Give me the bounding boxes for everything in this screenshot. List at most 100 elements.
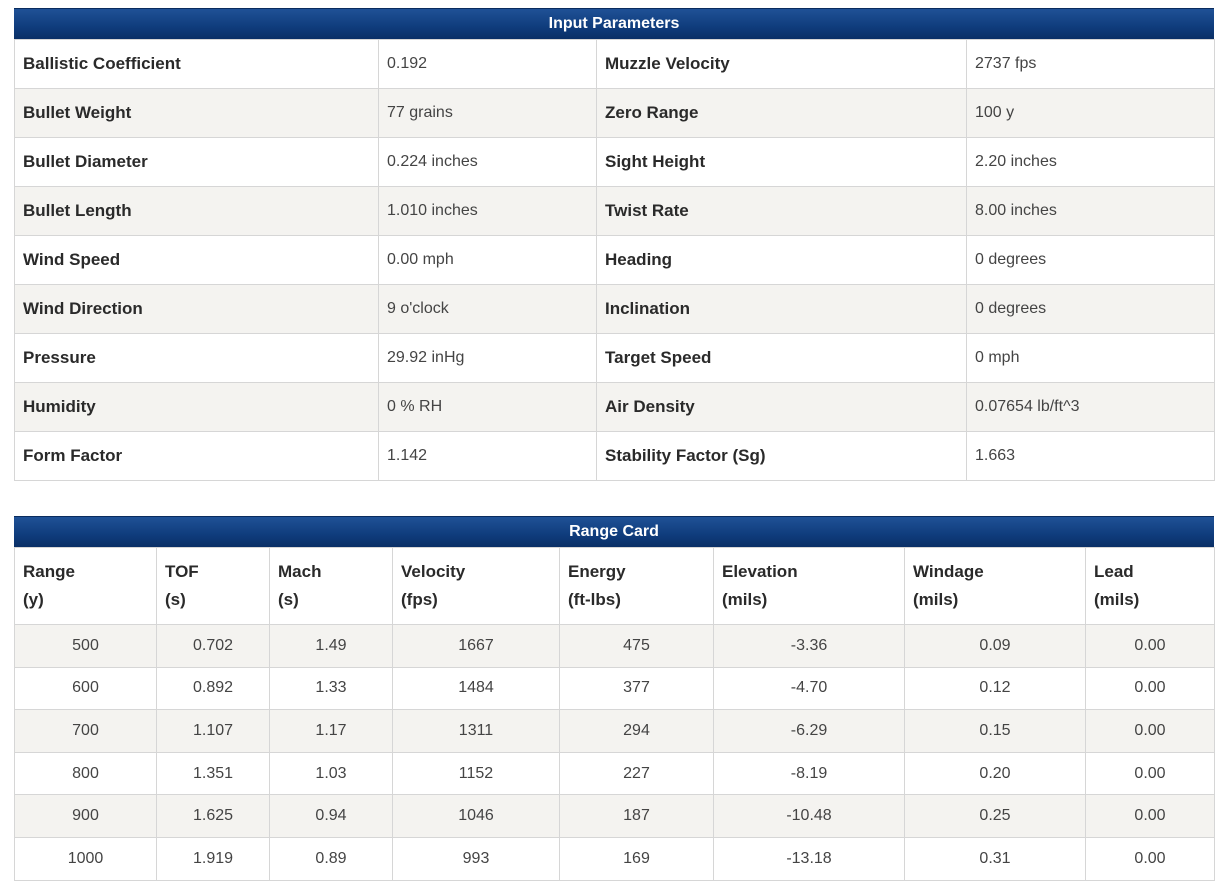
param-value: 0 degrees: [966, 284, 1215, 334]
table-row: 1000 1.919 0.89 993 169 -13.18 0.31 0.00: [14, 836, 1215, 881]
param-row: Wind Speed 0.00 mph Heading 0 degrees: [14, 235, 1215, 285]
windage-cell: 0.12: [904, 666, 1086, 711]
elevation-cell: -4.70: [713, 666, 905, 711]
param-value: 8.00 inches: [966, 186, 1215, 236]
param-label: Bullet Weight: [14, 88, 379, 138]
param-label: Form Factor: [14, 431, 379, 481]
velocity-cell: 1484: [392, 666, 560, 711]
energy-cell: 377: [559, 666, 714, 711]
param-label: Twist Rate: [596, 186, 967, 236]
param-value: 77 grains: [378, 88, 597, 138]
windage-cell: 0.09: [904, 624, 1086, 668]
windage-cell: 0.15: [904, 709, 1086, 753]
param-label: Bullet Diameter: [14, 137, 379, 187]
param-label: Target Speed: [596, 333, 967, 383]
elevation-cell: -6.29: [713, 709, 905, 753]
mach-cell: 1.49: [269, 624, 393, 668]
table-row: 600 0.892 1.33 1484 377 -4.70 0.12 0.00: [14, 666, 1215, 711]
param-value: 1.142: [378, 431, 597, 481]
tof-cell: 1.919: [156, 836, 270, 881]
lead-cell: 0.00: [1085, 624, 1215, 668]
column-header-elevation: Elevation (mils): [713, 547, 905, 625]
range-cell: 600: [14, 666, 157, 711]
lead-cell: 0.00: [1085, 751, 1215, 796]
param-value: 0 mph: [966, 333, 1215, 383]
energy-cell: 169: [559, 836, 714, 881]
param-label: Ballistic Coefficient: [14, 39, 379, 89]
tof-cell: 0.702: [156, 624, 270, 668]
param-label: Humidity: [14, 382, 379, 432]
mach-cell: 1.33: [269, 666, 393, 711]
windage-cell: 0.31: [904, 836, 1086, 881]
param-row: Humidity 0 % RH Air Density 0.07654 lb/f…: [14, 382, 1215, 432]
mach-cell: 0.94: [269, 794, 393, 838]
table-row: 500 0.702 1.49 1667 475 -3.36 0.09 0.00: [14, 624, 1215, 668]
elevation-cell: -3.36: [713, 624, 905, 668]
param-value: 100 y: [966, 88, 1215, 138]
param-value: 2.20 inches: [966, 137, 1215, 187]
param-value: 1.010 inches: [378, 186, 597, 236]
param-label: Wind Speed: [14, 235, 379, 285]
windage-cell: 0.25: [904, 794, 1086, 838]
column-header-mach: Mach (s): [269, 547, 393, 625]
windage-cell: 0.20: [904, 751, 1086, 796]
param-value: 0.00 mph: [378, 235, 597, 285]
param-value: 9 o'clock: [378, 284, 597, 334]
elevation-cell: -10.48: [713, 794, 905, 838]
param-value: 0.224 inches: [378, 137, 597, 187]
lead-cell: 0.00: [1085, 709, 1215, 753]
input-parameters-panel: Input Parameters Ballistic Coefficient 0…: [14, 8, 1215, 481]
range-cell: 500: [14, 624, 157, 668]
param-row: Pressure 29.92 inHg Target Speed 0 mph: [14, 333, 1215, 383]
column-header-energy: Energy (ft-lbs): [559, 547, 714, 625]
table-row: 700 1.107 1.17 1311 294 -6.29 0.15 0.00: [14, 709, 1215, 753]
column-header-range: Range (y): [14, 547, 157, 625]
range-card-panel: Range Card Range (y) TOF (s) Mach (s) Veloc…: [14, 516, 1215, 881]
param-row: Bullet Length 1.010 inches Twist Rate 8.…: [14, 186, 1215, 236]
range-card-header-row: Range (y) TOF (s) Mach (s) Velocity (fps) En…: [14, 547, 1215, 625]
param-label: Stability Factor (Sg): [596, 431, 967, 481]
param-value: 1.663: [966, 431, 1215, 481]
range-cell: 900: [14, 794, 157, 838]
velocity-cell: 1311: [392, 709, 560, 753]
param-label: Bullet Length: [14, 186, 379, 236]
column-header-velocity: Velocity (fps): [392, 547, 560, 625]
param-label: Muzzle Velocity: [596, 39, 967, 89]
velocity-cell: 1667: [392, 624, 560, 668]
tof-cell: 1.107: [156, 709, 270, 753]
param-row: Form Factor 1.142 Stability Factor (Sg) …: [14, 431, 1215, 481]
param-label: Wind Direction: [14, 284, 379, 334]
param-value: 0 degrees: [966, 235, 1215, 285]
lead-cell: 0.00: [1085, 794, 1215, 838]
param-value: 0.192: [378, 39, 597, 89]
velocity-cell: 1046: [392, 794, 560, 838]
column-header-windage: Windage (mils): [904, 547, 1086, 625]
energy-cell: 294: [559, 709, 714, 753]
param-value: 0.07654 lb/ft^3: [966, 382, 1215, 432]
input-parameters-title: Input Parameters: [14, 8, 1214, 39]
velocity-cell: 1152: [392, 751, 560, 796]
tof-cell: 1.351: [156, 751, 270, 796]
tof-cell: 1.625: [156, 794, 270, 838]
param-label: Inclination: [596, 284, 967, 334]
column-header-tof: TOF (s): [156, 547, 270, 625]
mach-cell: 1.03: [269, 751, 393, 796]
range-card-title: Range Card: [14, 516, 1214, 547]
param-row: Wind Direction 9 o'clock Inclination 0 d…: [14, 284, 1215, 334]
energy-cell: 187: [559, 794, 714, 838]
energy-cell: 227: [559, 751, 714, 796]
column-header-lead: Lead (mils): [1085, 547, 1215, 625]
energy-cell: 475: [559, 624, 714, 668]
param-value: 2737 fps: [966, 39, 1215, 89]
elevation-cell: -13.18: [713, 836, 905, 881]
mach-cell: 1.17: [269, 709, 393, 753]
param-label: Zero Range: [596, 88, 967, 138]
lead-cell: 0.00: [1085, 666, 1215, 711]
param-label: Heading: [596, 235, 967, 285]
param-label: Air Density: [596, 382, 967, 432]
lead-cell: 0.00: [1085, 836, 1215, 881]
param-label: Pressure: [14, 333, 379, 383]
mach-cell: 0.89: [269, 836, 393, 881]
range-cell: 1000: [14, 836, 157, 881]
input-parameters-table: Ballistic Coefficient 0.192 Muzzle Veloc…: [14, 39, 1215, 481]
